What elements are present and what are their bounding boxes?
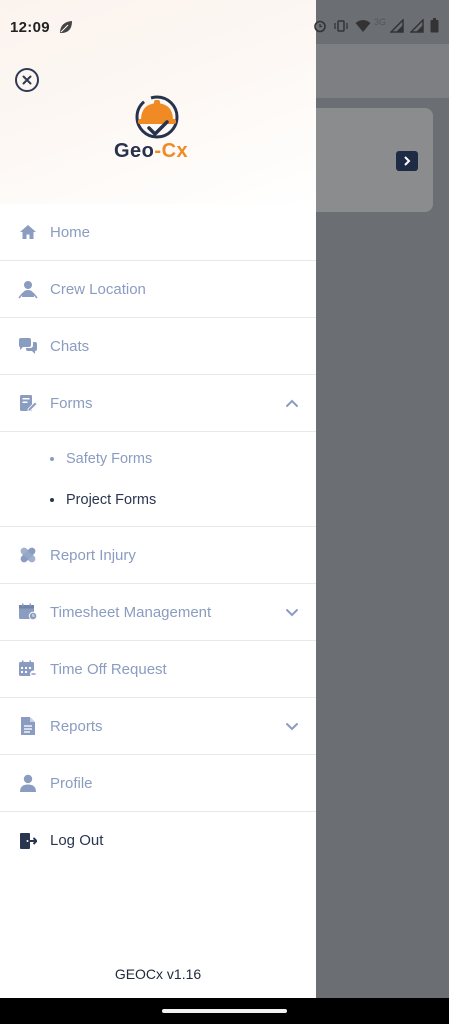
bandage-icon	[18, 545, 38, 565]
battery-icon	[430, 18, 439, 33]
app-version: GEOCx v1.16	[114, 966, 202, 982]
forms-submenu: Safety Forms Project Forms	[0, 432, 316, 527]
menu-item-log-out[interactable]: Log Out	[0, 812, 316, 869]
reports-icon	[18, 716, 38, 736]
submenu-item-project-forms[interactable]: Project Forms	[0, 479, 316, 520]
menu-item-report-injury[interactable]: Report Injury	[0, 527, 316, 584]
chevron-down-icon[interactable]	[284, 718, 300, 734]
menu-item-label: Home	[50, 223, 91, 241]
drawer-menu: Home Crew Location Chats Forms Safety Fo…	[0, 204, 316, 869]
menu-item-crew-location[interactable]: Crew Location	[0, 261, 316, 318]
chevron-up-icon[interactable]	[284, 395, 300, 411]
menu-item-label: Timesheet Management	[50, 603, 212, 621]
home-icon	[18, 222, 38, 242]
profile-icon	[18, 773, 38, 793]
chevron-right-icon	[396, 151, 418, 171]
logo-text: Geo-Cx	[114, 140, 189, 162]
menu-item-label: Log Out	[50, 832, 104, 849]
vibrate-icon	[334, 19, 348, 32]
forms-icon	[18, 393, 38, 413]
close-icon[interactable]	[15, 68, 39, 92]
submenu-item-label: Safety Forms	[66, 450, 153, 467]
home-gesture-handle[interactable]	[162, 1009, 287, 1013]
menu-item-label: Chats	[50, 337, 90, 355]
bullet-dot	[50, 456, 54, 461]
menu-item-label: Reports	[50, 717, 103, 735]
menu-item-forms[interactable]: Forms	[0, 375, 316, 432]
menu-item-label: Time Off Request	[50, 660, 167, 678]
navigation-drawer: Geo-Cx Home Crew Location Chats Forms Sa…	[0, 0, 316, 998]
wifi-icon	[355, 19, 371, 32]
menu-item-chats[interactable]: Chats	[0, 318, 316, 375]
chevron-down-icon[interactable]	[284, 604, 300, 620]
chats-icon	[18, 336, 38, 356]
crew-location-icon	[18, 279, 38, 299]
status-icons: 3G	[313, 16, 439, 33]
bullet-dot	[50, 497, 54, 502]
logout-icon	[18, 831, 38, 851]
menu-item-reports[interactable]: Reports	[0, 698, 316, 755]
menu-item-home[interactable]: Home	[0, 204, 316, 261]
alarm-icon	[314, 20, 326, 32]
menu-item-label: Crew Location	[50, 280, 146, 298]
menu-item-profile[interactable]: Profile	[0, 755, 316, 812]
submenu-item-safety-forms[interactable]: Safety Forms	[0, 438, 316, 479]
signal-icon	[390, 18, 404, 33]
network-label: 3G	[373, 16, 386, 27]
signal-icon	[410, 18, 424, 33]
leaf-icon	[59, 21, 72, 33]
menu-item-label: Report Injury	[50, 546, 136, 564]
menu-item-timesheet-management[interactable]: Timesheet Management	[0, 584, 316, 641]
timesheet-icon	[18, 602, 38, 622]
submenu-item-label: Project Forms	[66, 491, 157, 508]
calendar-icon	[18, 659, 38, 679]
status-time: 12:09	[10, 18, 50, 36]
menu-item-label: Profile	[50, 774, 93, 792]
menu-item-label: Forms	[50, 394, 93, 412]
menu-item-time-off-request[interactable]: Time Off Request	[0, 641, 316, 698]
